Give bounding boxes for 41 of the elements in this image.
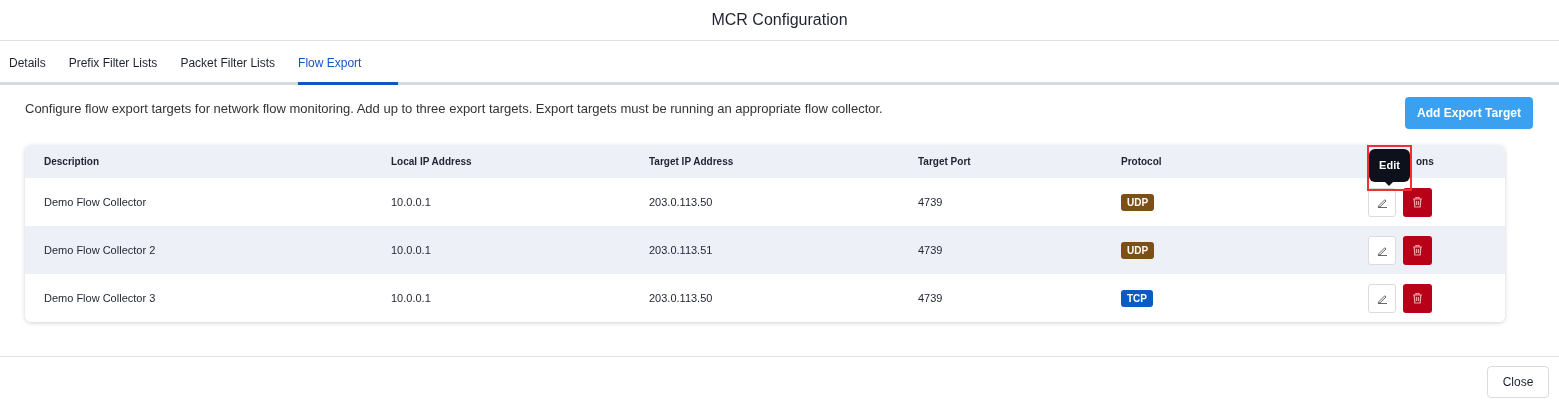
table-cell-text: 4739: [918, 290, 944, 306]
column-header: Protocol: [1121, 156, 1162, 167]
column-header: Target IP Address: [649, 156, 734, 167]
delete-button[interactable]: [1403, 235, 1432, 265]
delete-button[interactable]: [1403, 283, 1432, 313]
edit-button[interactable]: [1368, 187, 1396, 217]
delete-button[interactable]: [1403, 187, 1432, 217]
tab[interactable]: Flow Export: [298, 54, 399, 85]
tab[interactable]: Details: [9, 54, 56, 85]
table-cell-text: 203.0.113.50: [649, 290, 714, 306]
tab[interactable]: Packet Filter Lists: [180, 54, 286, 85]
table-cell-text: Demo Flow Collector 3: [44, 290, 157, 306]
table-cell-text: 203.0.113.50: [649, 194, 714, 210]
table-cell-text: 4739: [918, 242, 944, 258]
table-cell-text: 10.0.0.1: [391, 290, 432, 306]
edit-button[interactable]: [1368, 235, 1396, 265]
pencil-icon: [1376, 292, 1388, 304]
table-cell-text: 10.0.0.1: [391, 194, 432, 210]
description-text: Configure flow export targets for network flow monitoring. Add up to three export targets. Export targets must be running an appropriate flow collector.: [25, 100, 883, 118]
protocol-tag: TCP: [1121, 289, 1153, 307]
column-header: Description: [44, 156, 99, 167]
trash-icon: [1412, 292, 1423, 304]
tab[interactable]: Prefix Filter Lists: [68, 54, 168, 85]
dialog-title: MCR Configuration: [711, 10, 848, 30]
trash-icon: [1412, 196, 1423, 208]
highlight-frame: [1367, 145, 1412, 191]
column-header: ons: [1416, 156, 1434, 167]
close-button[interactable]: Close: [1487, 366, 1549, 398]
table-cell-text: 4739: [918, 194, 944, 210]
edit-button[interactable]: [1368, 283, 1396, 313]
trash-icon: [1412, 244, 1423, 256]
table-cell-text: Demo Flow Collector: [44, 194, 148, 210]
column-header: Target Port: [918, 156, 971, 167]
protocol-tag: UDP: [1121, 241, 1155, 259]
protocol-tag: UDP: [1121, 193, 1155, 211]
pencil-icon: [1376, 196, 1388, 208]
column-header: Local IP Address: [391, 156, 472, 167]
table-cell-text: Demo Flow Collector 2: [44, 242, 157, 258]
pencil-icon: [1376, 244, 1388, 256]
table-cell-text: 10.0.0.1: [391, 242, 432, 258]
table-cell-text: 203.0.113.51: [649, 242, 714, 258]
